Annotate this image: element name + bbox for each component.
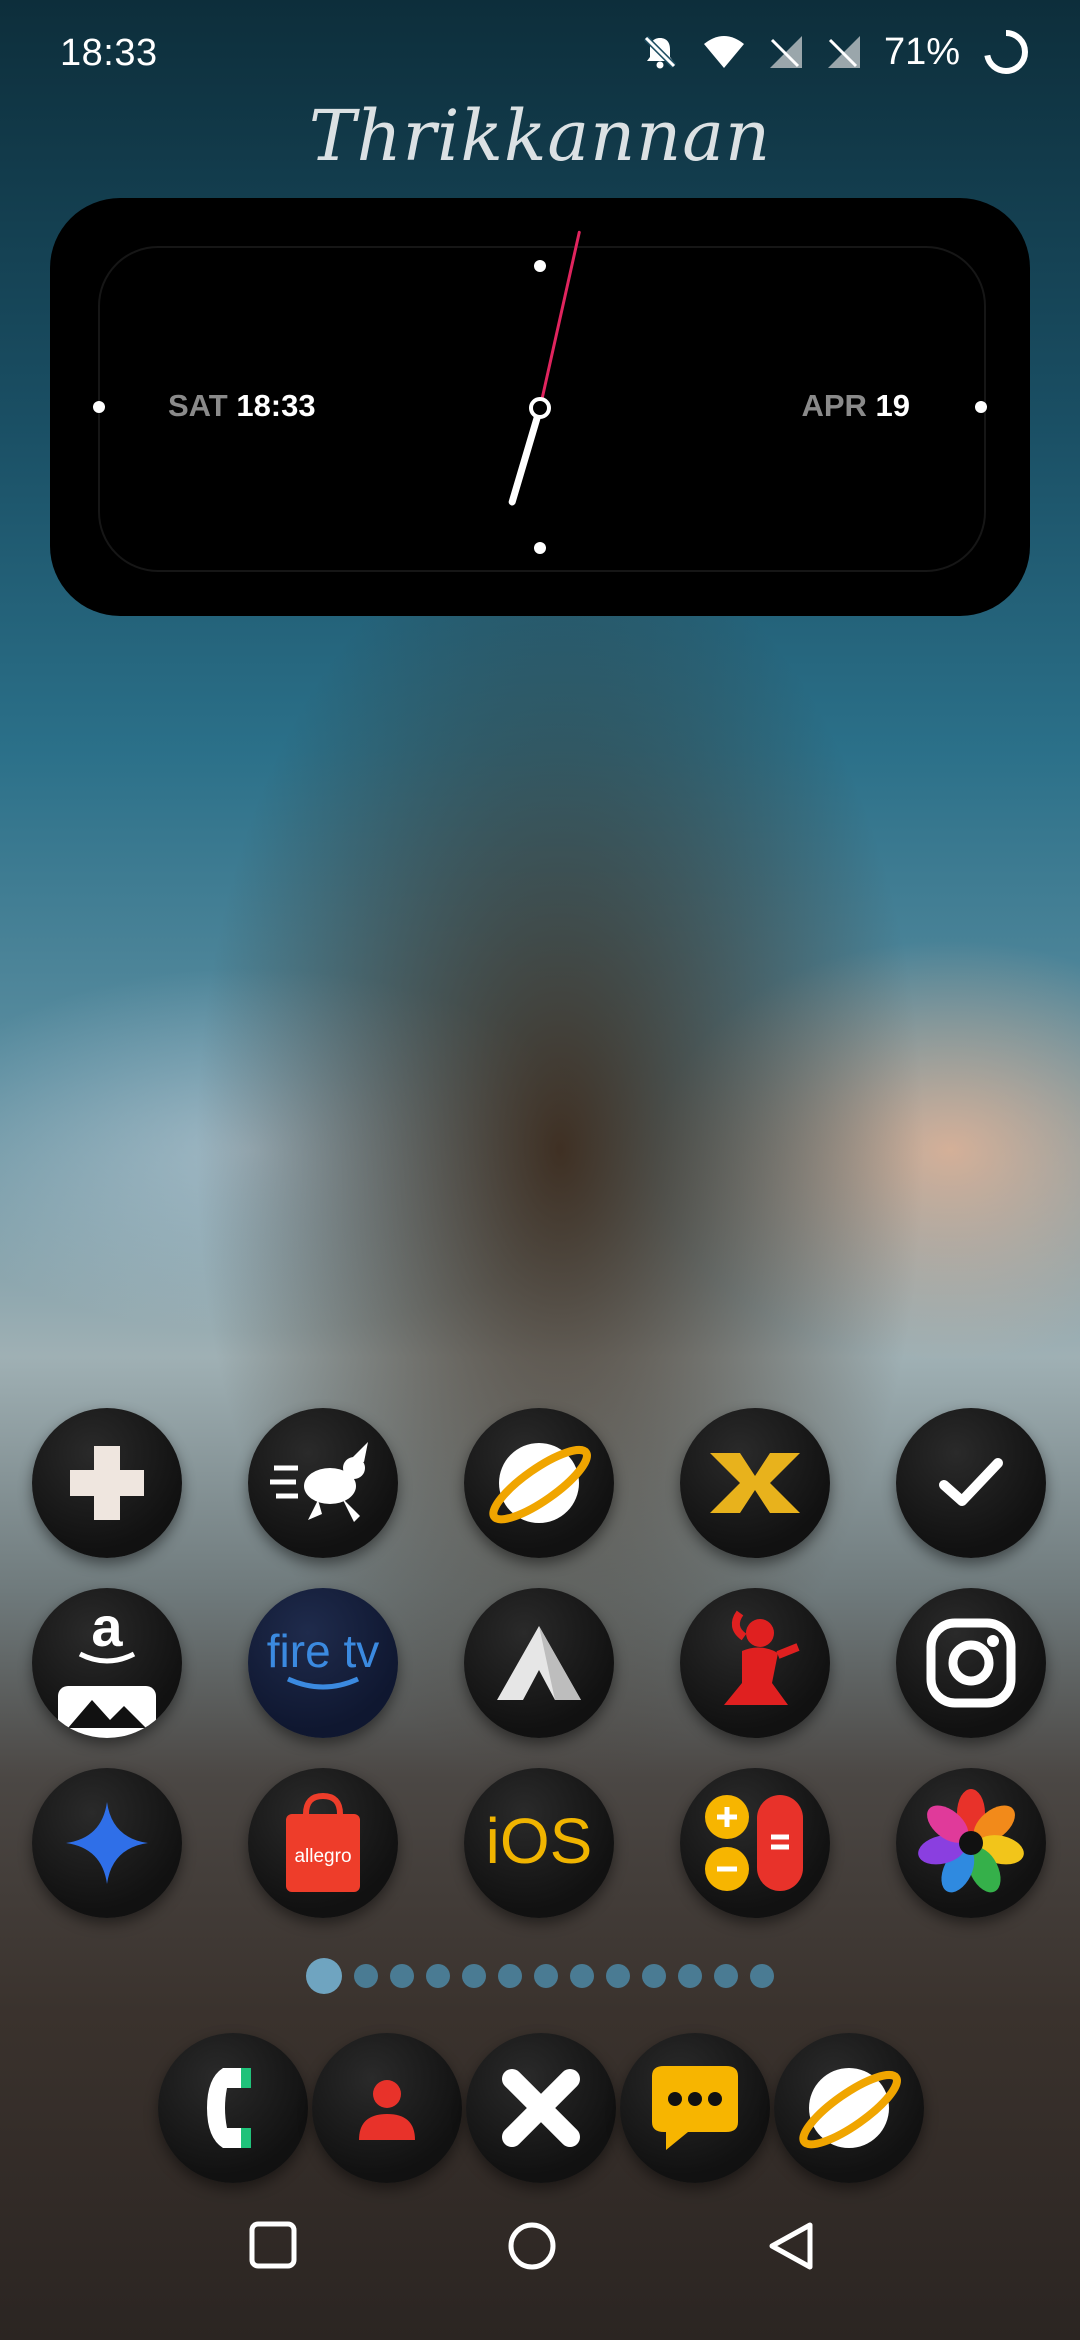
fire-tv-wordmark: fire tv [267, 1625, 379, 1677]
page-dot[interactable] [462, 1964, 486, 1988]
battery-percent: 71% [883, 30, 960, 73]
signal-off-icon [768, 32, 804, 72]
page-dot[interactable] [498, 1964, 522, 1988]
wallpaper-signature: Thrikkannan [308, 95, 772, 177]
clock-center-pin [529, 397, 551, 419]
page-dot[interactable] [750, 1964, 774, 1988]
messages-icon[interactable] [620, 2033, 770, 2183]
flower-photos-icon[interactable] [896, 1768, 1046, 1918]
ios-launcher-icon[interactable]: iOS [464, 1768, 614, 1918]
page-dot[interactable] [390, 1964, 414, 1988]
arc-a-icon[interactable] [464, 1588, 614, 1738]
medical-cross-icon[interactable] [32, 1408, 182, 1558]
signal-off-icon [826, 32, 862, 72]
internet-planet-icon[interactable] [774, 2033, 924, 2183]
amazon-photos-icon[interactable]: a [32, 1588, 182, 1738]
status-icons: 71% [640, 28, 1030, 76]
page-dot-active[interactable] [306, 1958, 342, 1994]
page-dot[interactable] [678, 1964, 702, 1988]
ios-wordmark: iOS [486, 1805, 593, 1877]
amazon-a-glyph: a [91, 1595, 123, 1658]
status-time: 18:33 [60, 32, 158, 74]
contacts-icon[interactable] [312, 2033, 462, 2183]
page-dot[interactable] [534, 1964, 558, 1988]
analog-clock [508, 230, 581, 506]
recents-square-icon[interactable] [248, 2220, 298, 2275]
page-dot[interactable] [714, 1964, 738, 1988]
page-dot[interactable] [570, 1964, 594, 1988]
running-rabbit-icon[interactable] [248, 1408, 398, 1558]
back-triangle-icon[interactable] [766, 2220, 816, 2277]
fitness-woman-icon[interactable] [680, 1588, 830, 1738]
fire-tv-icon[interactable]: fire tv [248, 1588, 398, 1738]
clock-widget[interactable]: SAT 18:33 APR 19 [50, 198, 1030, 616]
page-dot[interactable] [426, 1964, 450, 1988]
x-close-app-icon[interactable] [466, 2033, 616, 2183]
calculator-icon[interactable] [680, 1768, 830, 1918]
phone-icon[interactable] [158, 2033, 308, 2183]
allegro-bag-icon[interactable]: allegro [248, 1768, 398, 1918]
page-dot[interactable] [606, 1964, 630, 1988]
clock-hour-hand [508, 404, 544, 506]
x-logo-app-icon[interactable] [680, 1408, 830, 1558]
page-dot[interactable] [354, 1964, 378, 1988]
page-dot[interactable] [642, 1964, 666, 1988]
instagram-icon[interactable] [896, 1588, 1046, 1738]
bell-off-icon [640, 32, 680, 72]
allegro-wordmark: allegro [294, 1846, 351, 1867]
sparkle-star-icon[interactable] [32, 1768, 182, 1918]
wifi-icon [702, 32, 746, 72]
home-circle-icon[interactable] [506, 2220, 558, 2277]
navigation-bar [0, 2220, 1080, 2300]
status-bar: 18:33 71% [0, 0, 1080, 110]
battery-ring-icon [982, 28, 1030, 76]
planet-browser-icon[interactable] [464, 1408, 614, 1558]
page-indicator[interactable] [306, 1958, 774, 1994]
checkmark-app-icon[interactable] [896, 1408, 1046, 1558]
